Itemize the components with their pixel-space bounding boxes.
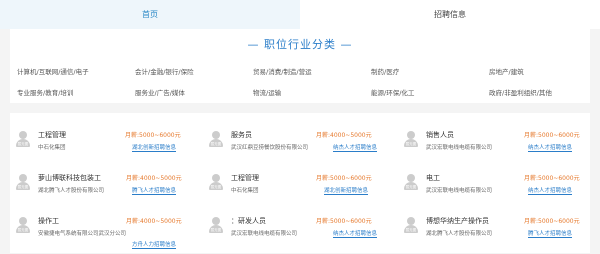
job-card[interactable]: 暂无图 工程管理 月薪:5000~6000元 中石化集团 湖北创新招聘信息 [208, 171, 386, 211]
avatar-placeholder-icon: 暂无图 [15, 217, 31, 235]
category-link[interactable]: 贸易/消费/制造/营运 [253, 66, 371, 76]
job-company: 武汉宏联电线电缆有限公司 [426, 188, 493, 194]
job-source-link[interactable]: 腾飞人才招聘信息 [132, 186, 177, 195]
job-salary: 月薪:5000~6000元 [524, 218, 580, 225]
category-link[interactable]: 计算机/互联网/通信/电子 [17, 66, 135, 76]
job-card[interactable]: 暂无图 销售人员 月薪:5000~6000元 武汉宏联电线电缆有限公司 纳杰人才… [403, 128, 583, 168]
category-link[interactable]: 物流/运输 [253, 87, 371, 97]
job-source-link[interactable]: 湖北创新招聘信息 [324, 186, 369, 195]
job-source-link[interactable]: 腾飞人才招聘信息 [528, 229, 573, 238]
job-card[interactable]: 暂无图 萝山博联科技包装工 月薪:4000~5000元 湖北腾飞人才股份有限公司… [15, 171, 193, 211]
job-company: 武汉宏联电线电缆有限公司 [426, 145, 493, 151]
category-row: 计算机/互联网/通信/电子 会计/金融/银行/保险 贸易/消费/制造/营运 制药… [17, 60, 590, 81]
category-link[interactable]: 房地产/建筑 [489, 66, 524, 76]
job-source-link[interactable]: 纳杰人才招聘信息 [528, 186, 573, 195]
job-salary: 月薪:5000~6000元 [524, 132, 580, 139]
category-link[interactable]: 专业服务/教育/培训 [17, 87, 135, 97]
category-link[interactable]: 制药/医疗 [371, 66, 489, 76]
avatar-placeholder-icon: 暂无图 [208, 174, 224, 192]
tab-home[interactable]: 首页 [0, 0, 300, 29]
category-link[interactable]: 政府/非盈利组织/其他 [489, 87, 552, 97]
avatar-placeholder-icon: 暂无图 [403, 217, 419, 235]
job-title[interactable]: 萝山博联科技包装工 [38, 173, 101, 183]
job-salary: 月薪:5000~6000元 [524, 175, 580, 182]
job-company: 湖北腾飞人才股份有限公司 [426, 231, 493, 237]
job-salary: 月薪:5000~6000元 [316, 218, 372, 225]
job-title[interactable]: 工程管理 [231, 173, 259, 183]
job-salary: 月薪:4000~5000元 [316, 132, 372, 139]
job-card[interactable]: 暂无图 工程管理 月薪:5000~6000元 中石化集团 湖北创新招聘信息 [15, 128, 193, 168]
avatar-placeholder-icon: 暂无图 [403, 131, 419, 149]
job-salary: 月薪:5000~6000元 [125, 132, 181, 139]
job-company: 武汉宏联电线电缆有限公司 [231, 231, 298, 237]
job-company: 武汉红鼎豆捞餐饮股份有限公司 [231, 145, 309, 151]
job-title[interactable]: 工程管理 [38, 130, 66, 140]
job-company: 湖北腾飞人才股份有限公司 [38, 188, 105, 194]
job-source-link[interactable]: 方舟人力招聘信息 [132, 240, 177, 249]
avatar-placeholder-icon: 暂无图 [403, 174, 419, 192]
job-source-link[interactable]: 纳杰人才招聘信息 [333, 143, 378, 152]
job-source-link[interactable]: 纳杰人才招聘信息 [528, 143, 573, 152]
avatar-placeholder-icon: 暂无图 [208, 131, 224, 149]
job-card[interactable]: 暂无图 电工 月薪:5000~6000元 武汉宏联电线电缆有限公司 纳杰人才招聘… [403, 171, 583, 211]
job-source-link[interactable]: 湖北创新招聘信息 [132, 143, 177, 152]
category-link[interactable]: 会计/金融/银行/保险 [135, 66, 253, 76]
job-salary: 月薪:4000~5000元 [126, 175, 182, 182]
category-link[interactable]: 服务业/广告/媒体 [135, 87, 253, 97]
tab-bar: 首页 招聘信息 [0, 0, 600, 29]
job-title[interactable]: 服务员 [231, 130, 252, 140]
section-title: — 职位行业分类 — [247, 38, 353, 51]
job-source-link[interactable]: 纳杰人才招聘信息 [333, 229, 378, 238]
category-row: 专业服务/教育/培训 服务业/广告/媒体 物流/运输 能源/环保/化工 政府/非… [17, 81, 590, 102]
job-salary: 月薪:4000~5000元 [126, 218, 182, 225]
category-link[interactable]: 能源/环保/化工 [371, 87, 489, 97]
job-company: 安徽捷电气系统有限公司武汉分公司 [38, 231, 127, 237]
avatar-placeholder-icon: 暂无图 [15, 131, 31, 149]
job-title[interactable]: 博想华纳生产操作员 [426, 216, 489, 226]
job-company: 中石化集团 [38, 145, 66, 151]
job-salary: 月薪:5000~6000元 [316, 175, 372, 182]
job-title[interactable]: 电工 [426, 173, 440, 183]
job-card[interactable]: 暂无图 操作工 月薪:4000~5000元 安徽捷电气系统有限公司武汉分公司 方… [15, 214, 193, 254]
tab-job-info[interactable]: 招聘信息 [300, 0, 600, 29]
job-title[interactable]: 操作工 [38, 216, 59, 226]
avatar-placeholder-icon: 暂无图 [208, 217, 224, 235]
job-card[interactable]: 暂无图 ：研发人员 月薪:5000~6000元 武汉宏联电线电缆有限公司 纳杰人… [208, 214, 386, 254]
industry-category-panel: — 职位行业分类 — 计算机/互联网/通信/电子 会计/金融/银行/保险 贸易/… [10, 29, 590, 103]
job-card[interactable]: 暂无图 博想华纳生产操作员 月薪:5000~6000元 湖北腾飞人才股份有限公司… [403, 214, 583, 254]
job-list: 暂无图 工程管理 月薪:5000~6000元 中石化集团 湖北创新招聘信息 暂无… [10, 113, 590, 253]
avatar-placeholder-icon: 暂无图 [15, 174, 31, 192]
job-card[interactable]: 暂无图 服务员 月薪:4000~5000元 武汉红鼎豆捞餐饮股份有限公司 纳杰人… [208, 128, 386, 168]
job-title[interactable]: 销售人员 [426, 130, 454, 140]
category-grid: 计算机/互联网/通信/电子 会计/金融/银行/保险 贸易/消费/制造/营运 制药… [17, 60, 590, 102]
job-title[interactable]: ：研发人员 [231, 216, 266, 226]
job-company: 中石化集团 [231, 188, 259, 194]
